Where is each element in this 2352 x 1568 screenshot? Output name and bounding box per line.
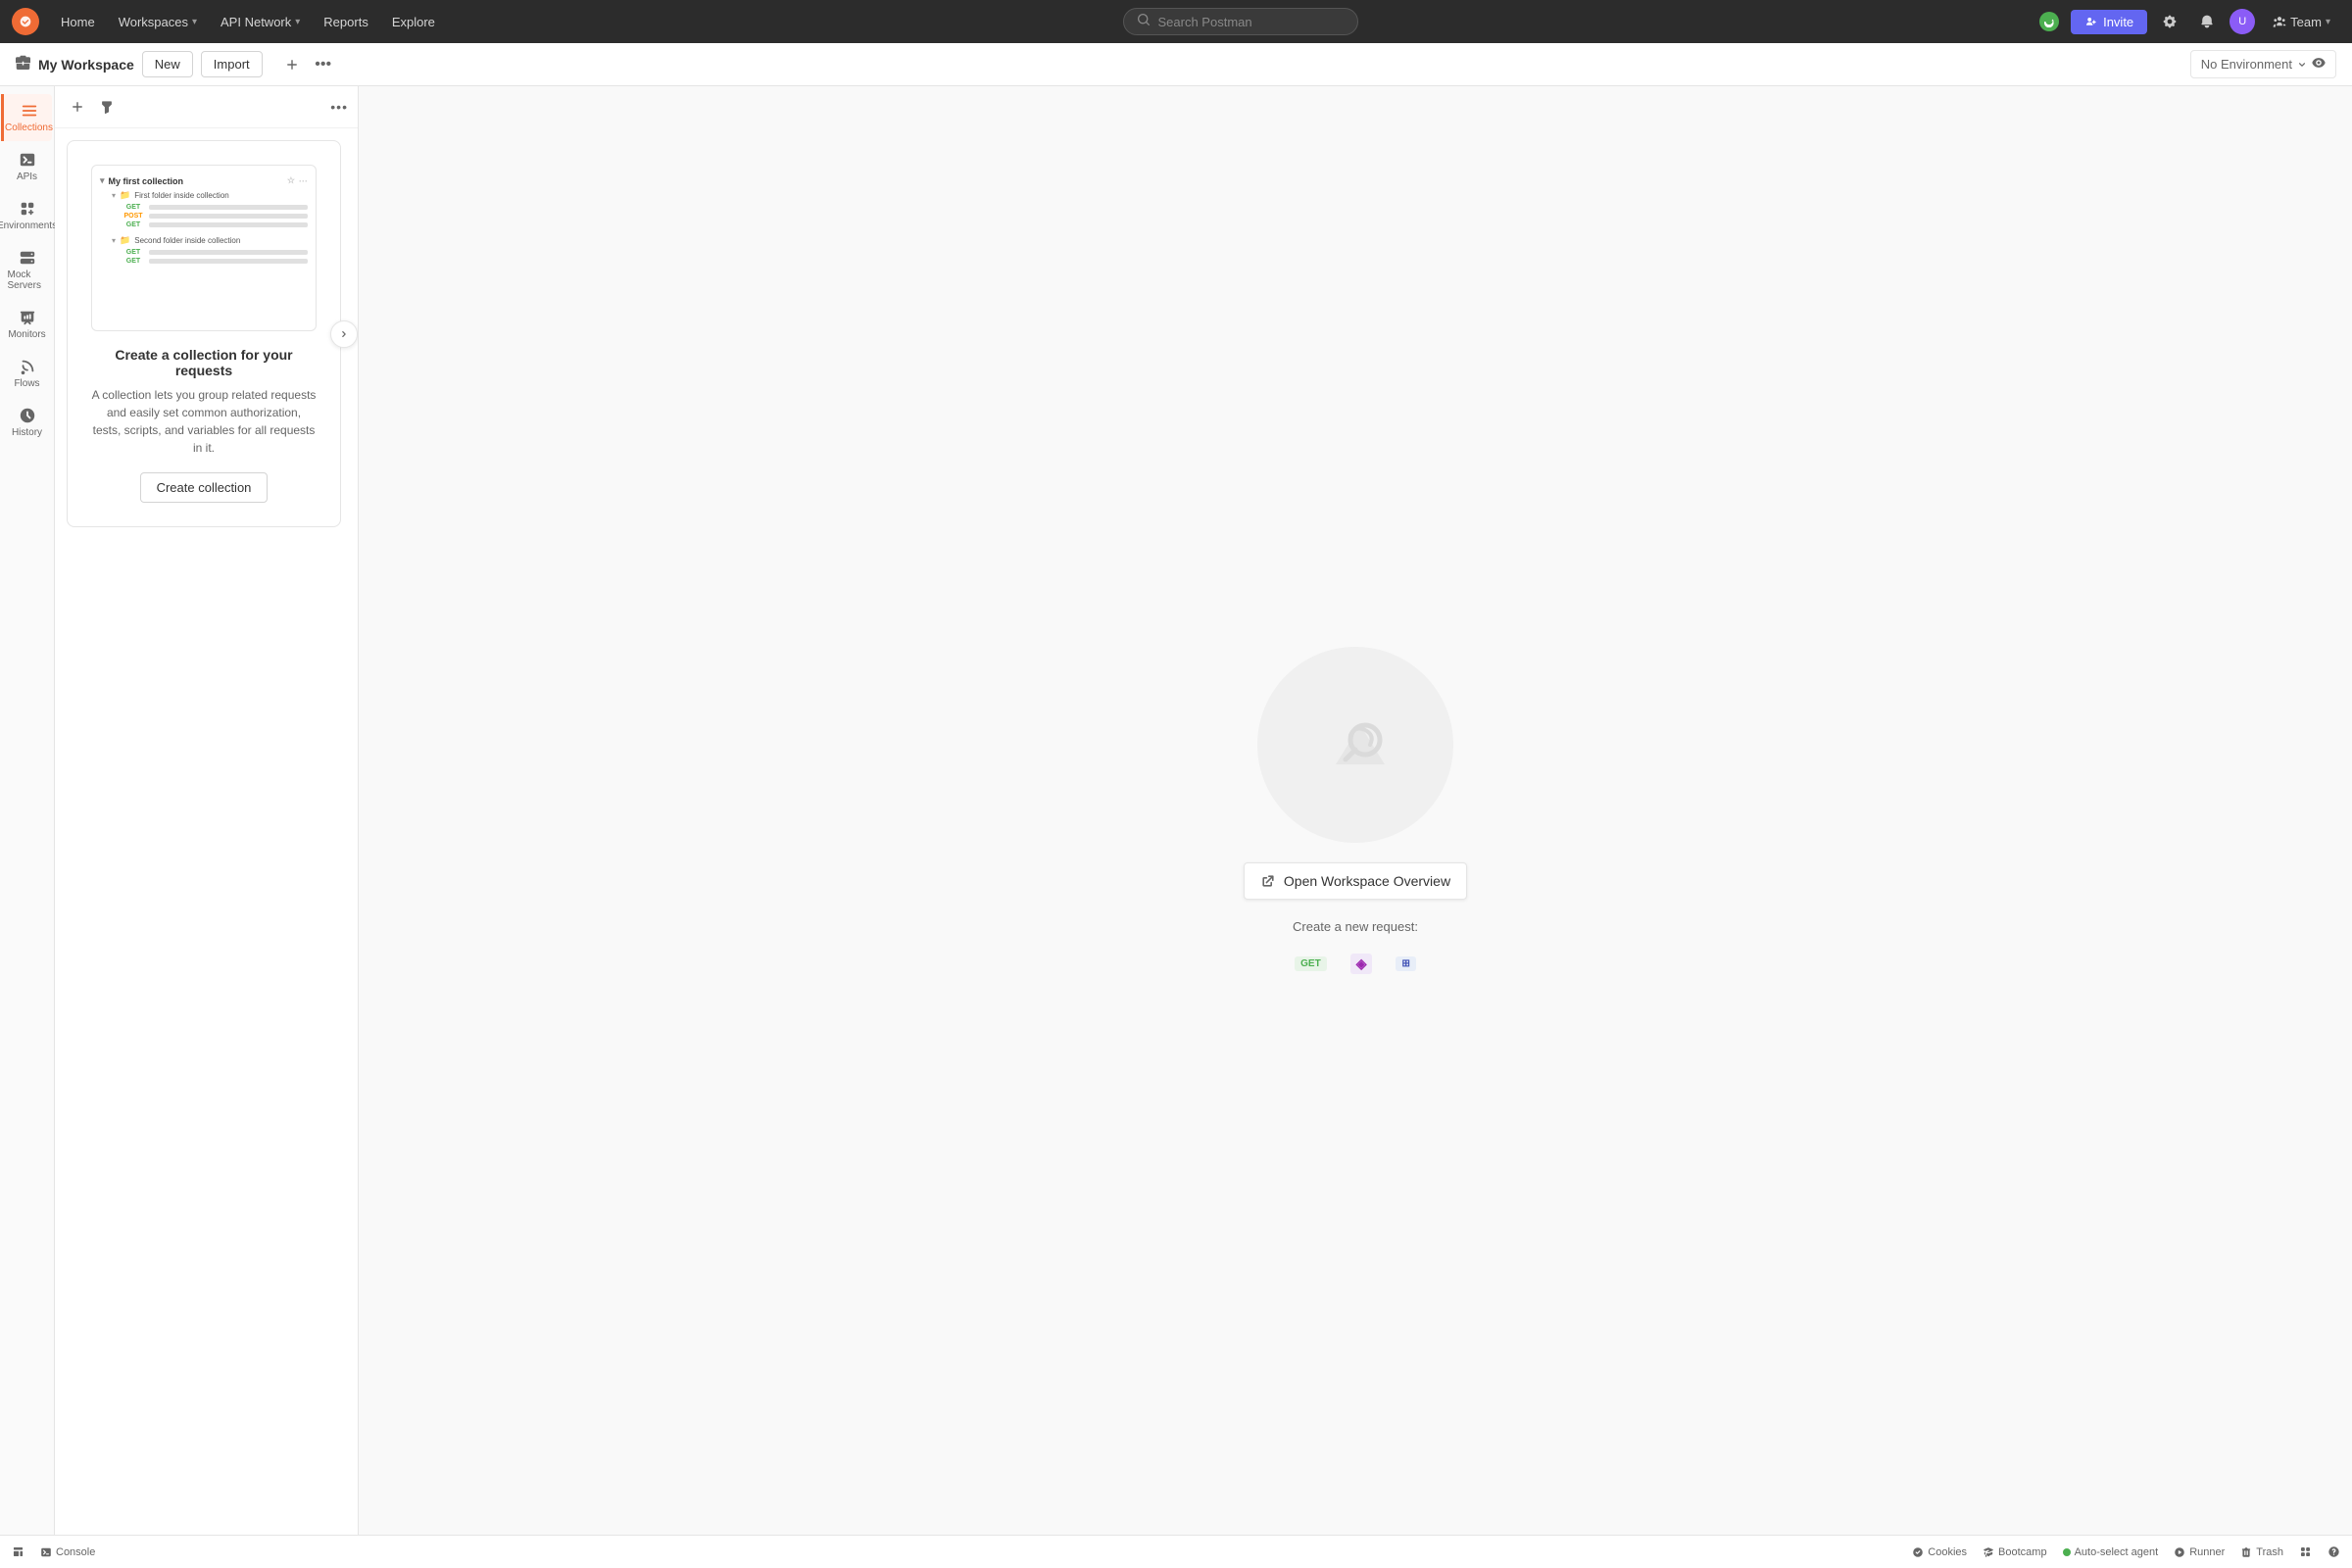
nav-explore[interactable]: Explore (382, 11, 445, 33)
agent-status-dot (2063, 1548, 2071, 1556)
grid-layout-icon[interactable] (2299, 1545, 2312, 1558)
new-button[interactable]: New (142, 51, 193, 77)
promo-title: Create a collection for your requests (91, 347, 317, 378)
preview-dots-icon: ··· (299, 176, 308, 186)
layout-icon[interactable] (12, 1545, 24, 1558)
preview-folder-1: ▾ 📁 First folder inside collection (100, 188, 308, 203)
auto-select-agent-button[interactable]: Auto-select agent (2063, 1546, 2159, 1558)
new-request-label: Create a new request: (1293, 919, 1418, 934)
team-chevron: ▾ (2326, 17, 2330, 27)
workspace-actions: ••• (278, 51, 337, 78)
nav-home[interactable]: Home (51, 11, 105, 33)
preview-request-4: GET (100, 248, 308, 257)
nav-right-actions: Invite U Team ▾ (2035, 7, 2340, 36)
nav-workspaces[interactable]: Workspaces ▾ (109, 11, 207, 33)
nav-reports[interactable]: Reports (314, 11, 378, 33)
workspaces-chevron: ▾ (192, 17, 197, 27)
sidebar-item-environments[interactable]: Environments (2, 192, 53, 239)
panel-more-options[interactable]: ••• (330, 99, 348, 115)
runner-button[interactable]: Runner (2174, 1546, 2225, 1558)
collection-promo-card: ▾ My first collection ☆ ··· ▾ 📁 First fo… (67, 140, 341, 527)
empty-state-icon (1257, 647, 1453, 843)
search-box[interactable]: Search Postman (1123, 8, 1358, 35)
trash-button[interactable]: Trash (2240, 1546, 2283, 1558)
sync-status-icon[interactable] (2035, 8, 2063, 35)
workspace-title: My Workspace (38, 57, 134, 73)
sidebar-item-apis[interactable]: APIs (2, 143, 53, 190)
expand-arrow-button[interactable] (330, 320, 358, 348)
top-navigation: Home Workspaces ▾ API Network ▾ Reports … (0, 0, 2352, 43)
settings-icon[interactable] (2155, 7, 2184, 36)
sidebar-item-mock-servers[interactable]: Mock Servers (2, 241, 53, 299)
sidebar-item-collections[interactable]: Collections (1, 94, 52, 141)
import-button[interactable]: Import (201, 51, 263, 77)
search-icon (1138, 14, 1151, 29)
open-workspace-button[interactable]: Open Workspace Overview (1244, 862, 1467, 900)
workspace-bar: My Workspace New Import ••• No Environme… (0, 43, 2352, 86)
sidebar-item-monitors[interactable]: Monitors (2, 301, 53, 348)
api-network-chevron: ▾ (295, 17, 300, 27)
workspace-icon (16, 55, 30, 74)
environment-selector[interactable]: No Environment (2190, 50, 2336, 78)
http-request-icon[interactable]: GET (1295, 956, 1327, 971)
notifications-icon[interactable] (2192, 7, 2222, 36)
filter-icon[interactable] (94, 94, 120, 120)
bootcamp-button[interactable]: Bootcamp (1983, 1546, 2047, 1558)
team-button[interactable]: Team ▾ (2263, 11, 2340, 33)
add-tab-icon[interactable] (278, 51, 306, 78)
preview-request-1: GET (100, 203, 308, 212)
sidebar: Collections APIs Environments Mock Serve… (0, 86, 55, 1535)
env-eye-icon[interactable] (2312, 56, 2326, 73)
collections-panel: ••• ▾ My first collection ☆ ··· ▾ 📁 Fir (55, 86, 359, 1535)
panel-header: ••• (55, 86, 358, 128)
main-layout: Collections APIs Environments Mock Serve… (0, 86, 2352, 1535)
more-options-icon[interactable]: ••• (310, 51, 337, 78)
request-type-icons: GET ◈ ⊞ (1295, 954, 1416, 974)
collection-preview: ▾ My first collection ☆ ··· ▾ 📁 First fo… (91, 165, 317, 331)
center-content: Open Workspace Overview Create a new req… (1244, 647, 1467, 974)
add-collection-icon[interactable] (65, 94, 90, 120)
grpc-request-icon[interactable]: ⊞ (1396, 956, 1415, 971)
panel-content: ▾ My first collection ☆ ··· ▾ 📁 First fo… (55, 128, 358, 1535)
nav-api-network[interactable]: API Network ▾ (211, 11, 310, 33)
preview-request-5: GET (100, 257, 308, 266)
invite-button[interactable]: Invite (2071, 10, 2147, 34)
promo-description: A collection lets you group related requ… (91, 386, 317, 457)
help-icon[interactable] (2328, 1545, 2340, 1558)
bottom-bar-right: Cookies Bootcamp Auto-select agent Runne… (1912, 1545, 2340, 1558)
search-container: Search Postman (449, 8, 2032, 35)
main-content-area: Open Workspace Overview Create a new req… (359, 86, 2352, 1535)
sidebar-item-history[interactable]: History (2, 399, 53, 446)
cookies-button[interactable]: Cookies (1912, 1546, 1967, 1558)
create-collection-button[interactable]: Create collection (140, 472, 269, 503)
star-icon: ☆ (287, 175, 295, 186)
user-avatar[interactable]: U (2230, 9, 2255, 34)
bottom-bar: Console Cookies Bootcamp Auto-select age… (0, 1535, 2352, 1568)
console-button[interactable]: Console (40, 1546, 95, 1558)
preview-request-2: POST (100, 212, 308, 220)
sidebar-item-flows[interactable]: Flows (2, 350, 53, 397)
preview-collection-name: My first collection (109, 176, 184, 186)
preview-folder-2: ▾ 📁 Second folder inside collection (100, 233, 308, 248)
graphql-request-icon[interactable]: ◈ (1350, 954, 1373, 974)
preview-request-3: GET (100, 220, 308, 229)
search-placeholder-text: Search Postman (1158, 15, 1252, 29)
postman-logo[interactable] (12, 8, 39, 35)
